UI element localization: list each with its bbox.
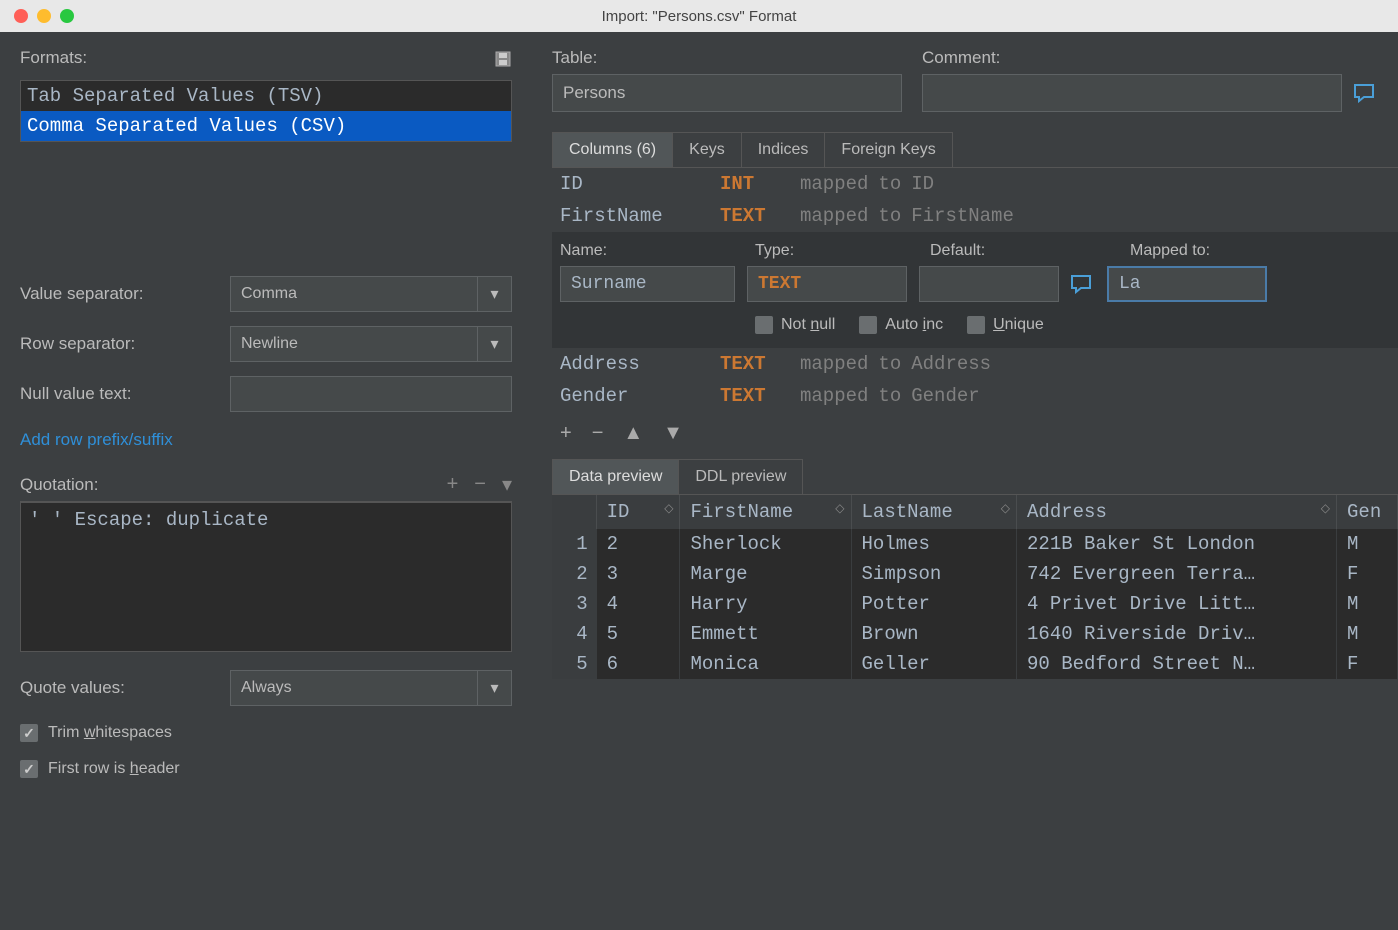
comment-label: Comment: (922, 48, 1378, 68)
comment-edit-icon[interactable] (1350, 79, 1378, 107)
format-item-tsv[interactable]: Tab Separated Values (TSV) (21, 81, 511, 111)
first-row-header-label: First row is header (48, 760, 180, 778)
unique-checkbox[interactable]: Unique (967, 316, 1044, 334)
edit-name-input[interactable] (560, 266, 735, 302)
titlebar: Import: "Persons.csv" Format (0, 0, 1398, 32)
quotation-remove-button[interactable]: − (474, 473, 486, 496)
edit-mapped-input[interactable] (1107, 266, 1267, 302)
table-row[interactable]: 1 2 Sherlock Holmes 221B Baker St London… (552, 529, 1398, 559)
column-row[interactable]: FirstName TEXT mapped to FirstName (552, 200, 1398, 232)
left-panel: Formats: Tab Separated Values (TSV) Comm… (0, 32, 532, 930)
edit-type-input[interactable] (747, 266, 907, 302)
formats-label: Formats: (20, 48, 87, 68)
remove-column-button[interactable]: − (592, 422, 604, 445)
tab-columns[interactable]: Columns (6) (552, 132, 673, 167)
preview-tabs: Data preview DDL preview (552, 459, 1398, 495)
tab-keys[interactable]: Keys (672, 132, 742, 167)
chevron-down-icon: ▾ (477, 671, 511, 705)
col-header-id[interactable]: ID◇ (596, 495, 680, 529)
row-num: 5 (552, 649, 596, 679)
edit-mapped-label: Mapped to: (1130, 242, 1390, 260)
window-controls (0, 9, 74, 23)
quote-values-dropdown[interactable]: Always ▾ (230, 670, 512, 706)
default-edit-icon[interactable] (1067, 270, 1095, 298)
quote-values-value: Always (231, 679, 477, 697)
edit-type-label: Type: (755, 242, 930, 260)
column-row[interactable]: ID INT mapped to ID (552, 168, 1398, 200)
column-edit-panel: Name: Type: Default: Mapped to: (552, 232, 1398, 348)
col-header-firstname[interactable]: FirstName◇ (680, 495, 851, 529)
value-separator-dropdown[interactable]: Comma ▾ (230, 276, 512, 312)
row-num-header (552, 495, 596, 529)
move-up-button[interactable]: ▲ (623, 422, 643, 445)
edit-name-label: Name: (560, 242, 755, 260)
row-separator-value: Newline (231, 335, 477, 353)
add-prefix-suffix-link[interactable]: Add row prefix/suffix (20, 430, 512, 450)
chevron-down-icon: ▾ (477, 327, 511, 361)
format-item-csv[interactable]: Comma Separated Values (CSV) (21, 111, 511, 141)
formats-list[interactable]: Tab Separated Values (TSV) Comma Separat… (20, 80, 512, 142)
preview-table[interactable]: ID◇ FirstName◇ LastName◇ Address◇ Gen 1 … (552, 495, 1398, 679)
tab-foreign-keys[interactable]: Foreign Keys (824, 132, 952, 167)
minimize-window-button[interactable] (37, 9, 51, 23)
table-name-input[interactable]: Persons (552, 74, 902, 112)
schema-tabs: Columns (6) Keys Indices Foreign Keys (552, 132, 1398, 168)
auto-inc-checkbox[interactable]: Auto inc (859, 316, 943, 334)
quotation-label: Quotation: (20, 475, 98, 495)
not-null-checkbox[interactable]: Not null (755, 316, 835, 334)
table-label: Table: (552, 48, 902, 68)
trim-whitespace-checkbox[interactable] (20, 724, 38, 742)
move-down-button[interactable]: ▼ (663, 422, 683, 445)
tab-indices[interactable]: Indices (741, 132, 826, 167)
table-row[interactable]: 3 4 Harry Potter 4 Privet Drive Litt… M (552, 589, 1398, 619)
data-preview: ID◇ FirstName◇ LastName◇ Address◇ Gen 1 … (552, 495, 1398, 679)
column-row[interactable]: Address TEXT mapped to Address (552, 348, 1398, 380)
col-header-gender[interactable]: Gen (1337, 495, 1398, 529)
close-window-button[interactable] (14, 9, 28, 23)
col-header-address[interactable]: Address◇ (1017, 495, 1337, 529)
column-action-bar: + − ▲ ▼ (552, 412, 1398, 455)
chevron-down-icon: ▾ (477, 277, 511, 311)
quotation-list[interactable]: ' ' Escape: duplicate (20, 502, 512, 652)
row-separator-label: Row separator: (20, 334, 230, 354)
quotation-row[interactable]: ' ' Escape: duplicate (21, 503, 511, 537)
window-title: Import: "Persons.csv" Format (602, 8, 797, 25)
null-text-input[interactable] (230, 376, 512, 412)
column-row[interactable]: Gender TEXT mapped to Gender (552, 380, 1398, 412)
first-row-header-checkbox[interactable] (20, 760, 38, 778)
tab-ddl-preview[interactable]: DDL preview (678, 459, 803, 494)
row-num: 1 (552, 529, 596, 559)
maximize-window-button[interactable] (60, 9, 74, 23)
edit-default-input[interactable] (919, 266, 1059, 302)
quote-values-label: Quote values: (20, 678, 230, 698)
col-header-lastname[interactable]: LastName◇ (851, 495, 1017, 529)
value-separator-value: Comma (231, 285, 477, 303)
add-column-button[interactable]: + (560, 422, 572, 445)
quotation-add-button[interactable]: + (447, 473, 459, 496)
save-icon[interactable] (494, 50, 512, 73)
null-text-label: Null value text: (20, 384, 230, 404)
table-row[interactable]: 2 3 Marge Simpson 742 Evergreen Terra… F (552, 559, 1398, 589)
trim-whitespace-label: Trim whitespaces (48, 724, 172, 742)
row-num: 4 (552, 619, 596, 649)
row-num: 3 (552, 589, 596, 619)
right-panel: Table: Persons Comment: Columns (6) Keys… (532, 32, 1398, 930)
table-row[interactable]: 4 5 Emmett Brown 1640 Riverside Driv… M (552, 619, 1398, 649)
comment-input[interactable] (922, 74, 1342, 112)
table-row[interactable]: 5 6 Monica Geller 90 Bedford Street N… F (552, 649, 1398, 679)
edit-default-label: Default: (930, 242, 1130, 260)
tab-data-preview[interactable]: Data preview (552, 459, 679, 494)
value-separator-label: Value separator: (20, 284, 230, 304)
row-num: 2 (552, 559, 596, 589)
row-separator-dropdown[interactable]: Newline ▾ (230, 326, 512, 362)
chevron-down-icon[interactable]: ▾ (502, 472, 512, 497)
